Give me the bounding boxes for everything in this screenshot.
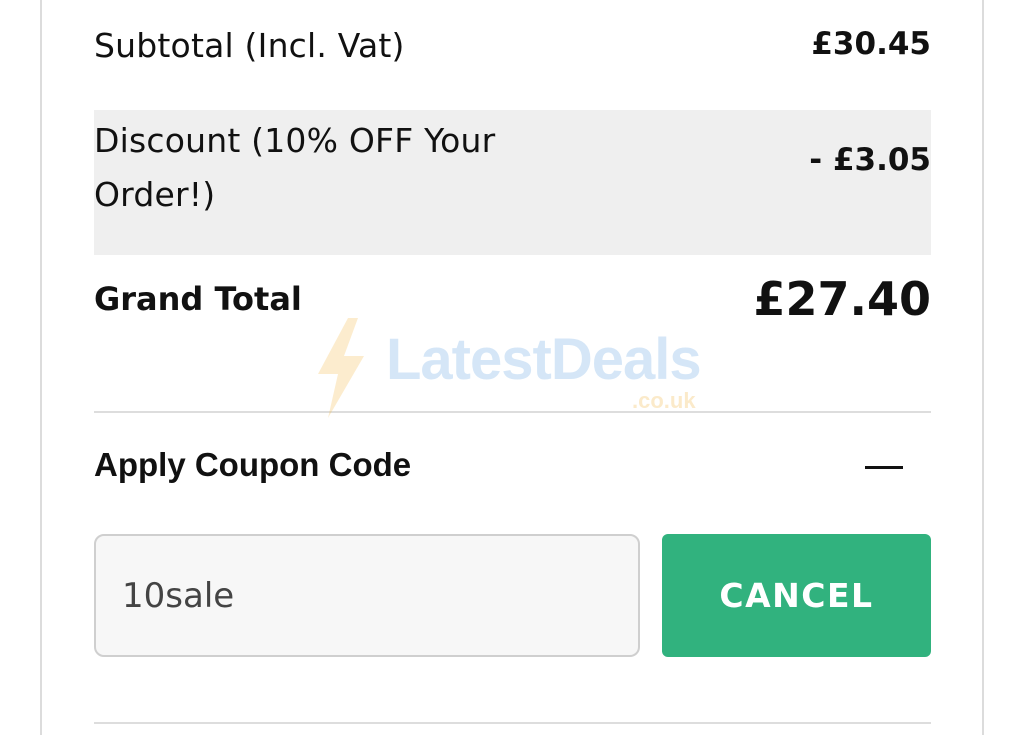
coupon-code-input[interactable]: [94, 534, 640, 657]
minus-icon[interactable]: [865, 462, 905, 502]
discount-value: - £3.05: [809, 142, 931, 178]
divider: [94, 722, 931, 724]
grand-total-row: Grand Total £27.40: [94, 272, 931, 342]
discount-label: Discount (10% OFF Your Order!): [94, 121, 496, 214]
cancel-coupon-button[interactable]: CANCEL: [662, 534, 931, 657]
subtotal-label: Subtotal (Incl. Vat): [94, 26, 405, 65]
divider: [94, 411, 931, 413]
subtotal-value: £30.45: [811, 26, 931, 62]
coupon-header[interactable]: Apply Coupon Code: [94, 440, 931, 500]
discount-row: Discount (10% OFF Your Order!) - £3.05: [94, 110, 931, 255]
grand-total-label: Grand Total: [94, 280, 302, 318]
subtotal-row: Subtotal (Incl. Vat) £30.45: [94, 18, 931, 78]
grand-total-value: £27.40: [753, 272, 931, 326]
coupon-title: Apply Coupon Code: [94, 446, 412, 483]
